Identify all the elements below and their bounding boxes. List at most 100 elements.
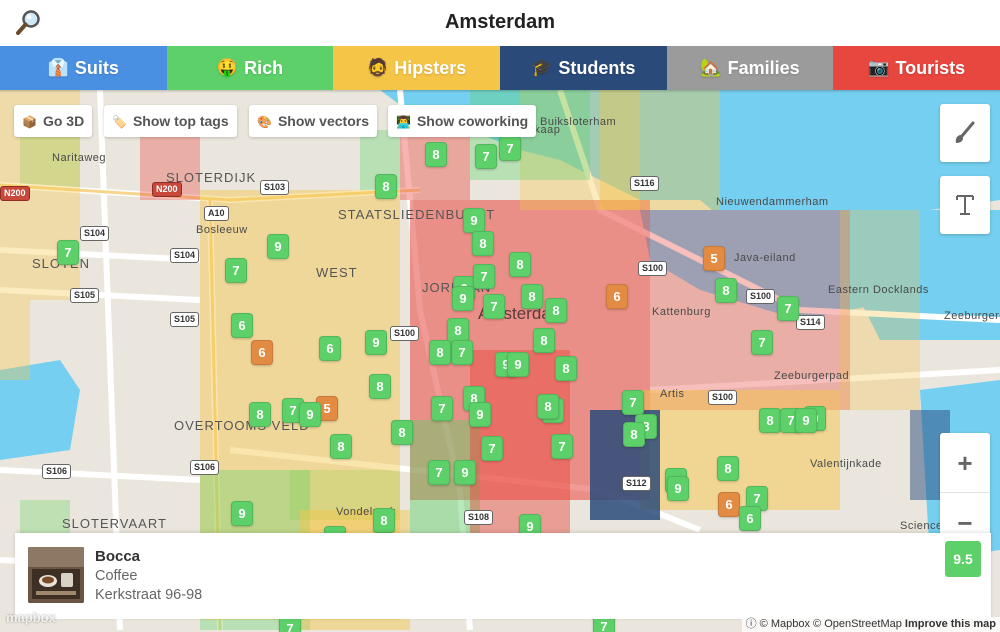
palette-icon: 🎨 [257,115,272,129]
tab-label: Tourists [895,57,966,78]
place-address: Kerkstraat 96-98 [95,587,203,603]
place-marker[interactable]: 8 [509,252,531,277]
paint-style-button[interactable] [940,104,990,162]
page-title: Amsterdam [444,11,556,33]
show-coworking-button[interactable]: 👨‍💻 Show coworking [388,105,537,137]
place-marker[interactable]: 9 [795,408,817,433]
header-bar: Amsterdam [0,0,1000,46]
place-marker[interactable]: 8 [472,231,494,256]
text-labels-button[interactable] [940,176,990,234]
place-marker[interactable]: 9 [365,330,387,355]
place-marker[interactable]: 9 [507,352,529,377]
place-marker[interactable]: 8 [425,142,447,167]
place-marker[interactable]: 6 [231,313,253,338]
place-marker[interactable]: 8 [545,298,567,323]
place-marker[interactable]: 9 [469,402,491,427]
place-marker[interactable]: 7 [451,340,473,365]
improve-map-link[interactable]: Improve this map [905,618,996,630]
tab-emoji-icon: 👔 [47,58,69,77]
place-marker[interactable]: 8 [249,402,271,427]
place-marker[interactable]: 9 [299,402,321,427]
tab-label: Students [558,57,636,78]
place-marker[interactable]: 8 [373,508,395,533]
place-marker[interactable]: 7 [551,434,573,459]
place-card[interactable]: Bocca Coffee Kerkstraat 96-98 9.5 [15,533,991,619]
show-vectors-label: Show vectors [277,113,369,129]
place-marker[interactable]: 8 [533,328,555,353]
show-top-tags-label: Show top tags [132,113,229,129]
tab-emoji-icon: 🏡 [700,58,722,77]
tab-students[interactable]: 🎓 Students [500,46,667,90]
place-name: Bocca [95,548,141,565]
place-marker[interactable]: 7 [481,436,503,461]
go-3d-label: Go 3D [42,113,85,129]
place-marker[interactable]: 8 [521,284,543,309]
place-marker[interactable]: 8 [715,278,737,303]
category-tabs: 👔 Suits 🤑 Rich 🧔 Hipsters 🎓 Students 🏡 Families 📷 T… [0,46,1000,90]
place-marker[interactable]: 8 [623,422,645,447]
go-3d-button[interactable]: 📦 Go 3D [14,105,93,137]
place-marker[interactable]: 7 [475,144,497,169]
mapbox-logo[interactable]: mapbox [6,610,56,625]
tab-label: Hipsters [394,57,467,78]
paintbrush-icon [955,121,975,143]
tab-emoji-icon: 🧔 [367,58,389,77]
place-marker[interactable]: 9 [231,501,253,526]
place-type: Coffee [95,568,138,584]
tab-families[interactable]: 🏡 Families [666,46,834,90]
mapbox-credit[interactable]: © Mapbox [760,618,810,630]
place-marker[interactable]: 8 [537,394,559,419]
place-marker[interactable]: 7 [622,390,644,415]
show-top-tags-button[interactable]: 🏷️ Show top tags [104,105,237,137]
info-icon[interactable]: ⓘ [746,618,757,630]
place-marker[interactable]: 8 [717,456,739,481]
place-marker[interactable]: 5 [703,246,725,271]
osm-credit[interactable]: © OpenStreetMap [813,618,902,630]
text-icon [956,195,974,215]
tab-emoji-icon: 📷 [868,58,890,77]
place-marker[interactable]: 6 [739,506,761,531]
place-marker[interactable]: 7 [473,264,495,289]
zoom-in-button[interactable]: + [940,433,990,493]
tab-rich[interactable]: 🤑 Rich [166,46,334,90]
place-marker[interactable]: 7 [751,330,773,355]
place-marker[interactable]: 7 [499,136,521,161]
show-vectors-button[interactable]: 🎨 Show vectors [249,105,377,137]
place-marker[interactable]: 8 [375,174,397,199]
place-marker[interactable]: 7 [57,240,79,265]
map-attribution: ⓘ © Mapbox © OpenStreetMap Improve this … [741,617,1000,632]
place-marker[interactable]: 7 [225,258,247,283]
place-marker[interactable]: 7 [431,396,453,421]
box-icon: 📦 [22,115,37,129]
tab-tourists[interactable]: 📷 Tourists [833,46,1000,90]
place-marker[interactable]: 8 [555,356,577,381]
tab-label: Rich [244,57,284,78]
place-marker[interactable]: 8 [429,340,451,365]
tab-emoji-icon: 🎓 [531,58,553,77]
tab-label: Suits [74,57,119,78]
place-marker[interactable]: 6 [251,340,273,365]
place-marker[interactable]: 9 [667,476,689,501]
place-photo [28,547,84,603]
tab-emoji-icon: 🤑 [216,58,239,77]
tab-hipsters[interactable]: 🧔 Hipsters [333,46,501,90]
tag-icon: 🏷️ [112,115,127,129]
place-marker[interactable]: 9 [452,286,474,311]
place-marker[interactable]: 9 [267,234,289,259]
place-marker[interactable]: 7 [777,296,799,321]
tab-suits[interactable]: 👔 Suits [0,46,167,90]
tabs-shadow [0,90,1000,93]
place-score-badge: 9.5 [945,541,981,577]
place-marker[interactable]: 8 [391,420,413,445]
place-marker[interactable]: 8 [369,374,391,399]
place-marker[interactable]: 9 [463,208,485,233]
place-marker[interactable]: 9 [454,460,476,485]
place-marker[interactable]: 8 [759,408,781,433]
place-marker[interactable]: 6 [718,492,740,517]
place-marker[interactable]: 6 [319,336,341,361]
place-marker[interactable]: 7 [483,294,505,319]
place-marker[interactable]: 8 [330,434,352,459]
place-marker[interactable]: 6 [606,284,628,309]
coworker-icon: 👨‍💻 [396,115,411,129]
place-marker[interactable]: 7 [428,460,450,485]
